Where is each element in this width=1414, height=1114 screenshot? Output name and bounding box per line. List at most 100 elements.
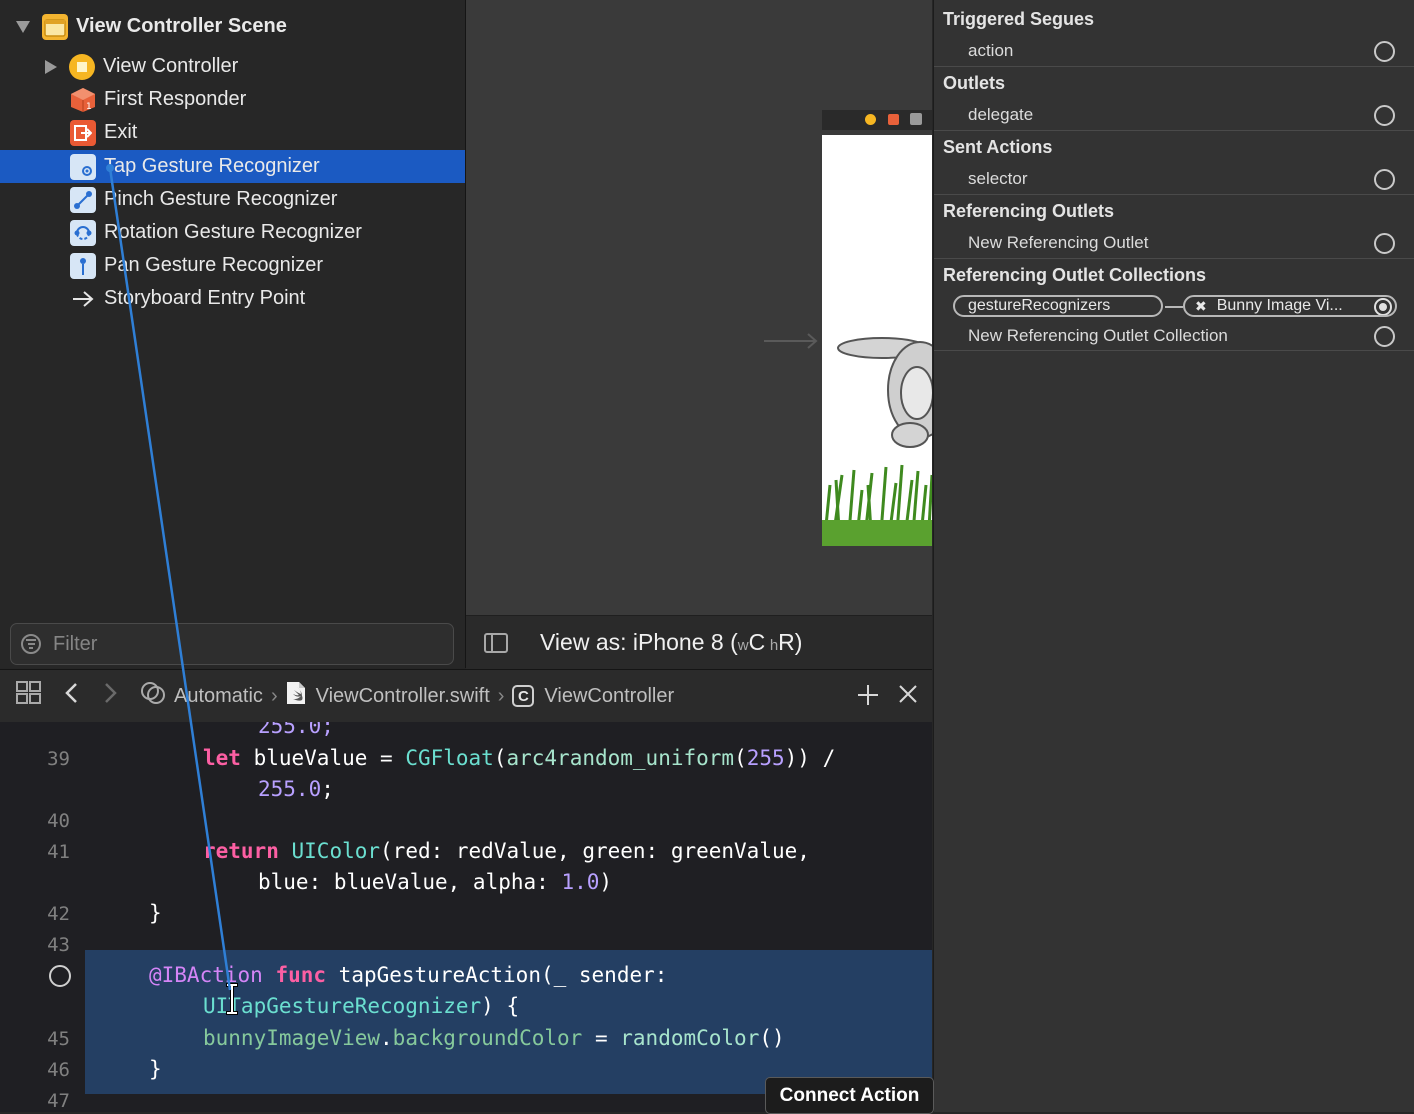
scene-icon xyxy=(42,13,68,40)
outline-filter-field[interactable] xyxy=(10,623,454,665)
disclosure-triangle-icon[interactable] xyxy=(16,20,30,33)
code-token: (red: redValue, green: greenValue, xyxy=(380,839,810,863)
function-token: arc4random_uniform xyxy=(506,746,735,770)
jump-automatic[interactable]: Automatic xyxy=(140,681,263,711)
section-title-sent-actions: Sent Actions xyxy=(943,137,1053,157)
view-controller-dock-icon[interactable] xyxy=(865,114,876,125)
source-editor[interactable]: 255.0; 39 let blueValue = CGFloat(arc4ra… xyxy=(0,722,932,1112)
class-symbol-icon: C xyxy=(512,685,535,707)
jump-automatic-label: Automatic xyxy=(174,684,263,707)
bunny-image xyxy=(822,337,932,546)
outline-item-view-controller[interactable]: View Controller xyxy=(0,50,465,83)
code-line-41: return UIColor(red: redValue, green: gre… xyxy=(203,839,810,863)
code-token: = xyxy=(582,1026,621,1050)
connected-circle-icon[interactable] xyxy=(1374,298,1392,315)
keyword-func: func xyxy=(275,963,327,987)
keyword-let: let xyxy=(203,746,241,770)
jump-file[interactable]: ViewController.swift xyxy=(286,681,490,711)
height-class-value: R xyxy=(778,629,795,655)
connection-circle-action[interactable] xyxy=(1374,41,1395,62)
outline-item-first-responder[interactable]: 1 First Responder xyxy=(0,83,465,116)
document-outline: View Controller Scene View Controller 1 … xyxy=(0,0,466,668)
canvas-bottom-bar: View as: iPhone 8 (wC hR) xyxy=(466,615,932,669)
connection-link-line xyxy=(1165,306,1183,308)
number-token: 255.0 xyxy=(258,777,322,801)
connection-circle-selector[interactable] xyxy=(1374,169,1395,190)
outline-item-label: First Responder xyxy=(104,88,247,110)
connection-circle-delegate[interactable] xyxy=(1374,105,1395,126)
first-responder-icon: 1 xyxy=(70,87,96,113)
first-responder-dock-icon[interactable] xyxy=(888,114,899,125)
connection-source-pill[interactable]: gestureRecognizers xyxy=(953,295,1163,317)
jump-symbol[interactable]: C ViewController xyxy=(512,685,674,708)
connection-row-selector: selector xyxy=(968,169,1028,188)
connection-row-new-referencing-outlet-collection: New Referencing Outlet Collection xyxy=(968,326,1228,345)
code-token: )) / xyxy=(784,746,836,770)
connections-inspector: Triggered Segues action Outlets delegate… xyxy=(933,0,1414,1112)
outline-item-label: View Controller xyxy=(103,55,239,77)
outline-item-storyboard-entry-point[interactable]: Storyboard Entry Point xyxy=(0,282,465,315)
action-connection-circle[interactable] xyxy=(49,965,71,987)
editor-jump-bar: Automatic › ViewController.swift › C Vie… xyxy=(0,669,932,723)
connection-target-pill[interactable]: ✖ Bunny Image Vi... xyxy=(1183,295,1397,317)
connection-circle-new-referencing-outlet[interactable] xyxy=(1374,233,1395,254)
outline-item-pinch-gesture-recognizer[interactable]: Pinch Gesture Recognizer xyxy=(0,183,465,216)
code-line-38b: 255.0; xyxy=(258,722,334,738)
view-as-device-button[interactable]: View as: iPhone 8 (wC hR) xyxy=(540,629,802,656)
forward-chevron-icon[interactable] xyxy=(104,682,118,710)
view-as-label: View as: iPhone 8 ( xyxy=(540,629,738,655)
property-token: backgroundColor xyxy=(392,1026,583,1050)
outline-item-label: Exit xyxy=(104,121,138,143)
storyboard-canvas[interactable] xyxy=(466,0,932,615)
connection-source-label: gestureRecognizers xyxy=(968,297,1111,314)
connection-circle-new-outlet-collection[interactable] xyxy=(1374,326,1395,347)
code-token: blueValue = xyxy=(240,746,406,770)
width-class-label: w xyxy=(737,637,749,654)
code-line-39: let blueValue = CGFloat(arc4random_unifo… xyxy=(203,746,836,770)
outline-item-label: Rotation Gesture Recognizer xyxy=(104,221,362,243)
view-controller-icon xyxy=(69,53,95,80)
outline-scene-row[interactable]: View Controller Scene xyxy=(0,10,465,43)
code-token: tapGestureAction(_ sender: xyxy=(326,963,668,987)
automatic-icon xyxy=(140,681,166,711)
line-number: 41 xyxy=(47,841,70,863)
divider xyxy=(934,258,1414,259)
exit-icon xyxy=(70,119,96,146)
attribute-token: @IBAction xyxy=(149,963,263,987)
line-number: 39 xyxy=(47,748,70,770)
type-token: CGFloat xyxy=(405,746,494,770)
scene-label: View Controller Scene xyxy=(76,15,287,37)
close-editor-icon[interactable] xyxy=(898,684,918,710)
exit-dock-icon[interactable] xyxy=(910,113,922,125)
code-token: blue: blueValue, alpha: xyxy=(258,870,562,894)
scene-dock[interactable] xyxy=(822,110,932,130)
outline-item-pan-gesture-recognizer[interactable]: Pan Gesture Recognizer xyxy=(0,249,465,282)
sidebar-toggle-icon[interactable] xyxy=(484,632,508,653)
connection-row-action: action xyxy=(968,41,1014,60)
line-number: 45 xyxy=(47,1028,70,1050)
jump-symbol-label: ViewController xyxy=(544,684,675,707)
related-items-icon[interactable] xyxy=(16,681,42,711)
code-token: ) { xyxy=(481,994,520,1018)
number-token: 255 xyxy=(746,746,785,770)
connection-row-new-referencing-outlet: New Referencing Outlet xyxy=(968,233,1149,252)
code-line-39b: 255.0; xyxy=(258,777,334,801)
swift-file-icon xyxy=(286,681,306,711)
outline-item-rotation-gesture-recognizer[interactable]: Rotation Gesture Recognizer xyxy=(0,216,465,249)
remove-connection-icon[interactable]: ✖ xyxy=(1195,298,1207,315)
divider xyxy=(934,194,1414,195)
outline-item-tap-gesture-recognizer[interactable]: Tap Gesture Recognizer xyxy=(0,150,465,183)
text-cursor-icon xyxy=(226,983,238,1015)
add-editor-icon[interactable] xyxy=(856,683,880,713)
section-title-triggered-segues: Triggered Segues xyxy=(943,9,1095,29)
pan-gesture-icon xyxy=(70,252,96,279)
outline-item-exit[interactable]: Exit xyxy=(0,116,465,149)
outline-item-label: Tap Gesture Recognizer xyxy=(104,155,320,177)
code-line-45: bunnyImageView.backgroundColor = randomC… xyxy=(203,1026,785,1050)
filter-input[interactable] xyxy=(51,631,435,657)
back-chevron-icon[interactable] xyxy=(64,682,78,710)
section-title-referencing-outlet-collections: Referencing Outlet Collections xyxy=(943,265,1207,285)
iphone-scene-preview[interactable] xyxy=(822,135,932,546)
disclosure-triangle-icon[interactable] xyxy=(45,59,57,74)
section-title-referencing-outlets: Referencing Outlets xyxy=(943,201,1115,221)
